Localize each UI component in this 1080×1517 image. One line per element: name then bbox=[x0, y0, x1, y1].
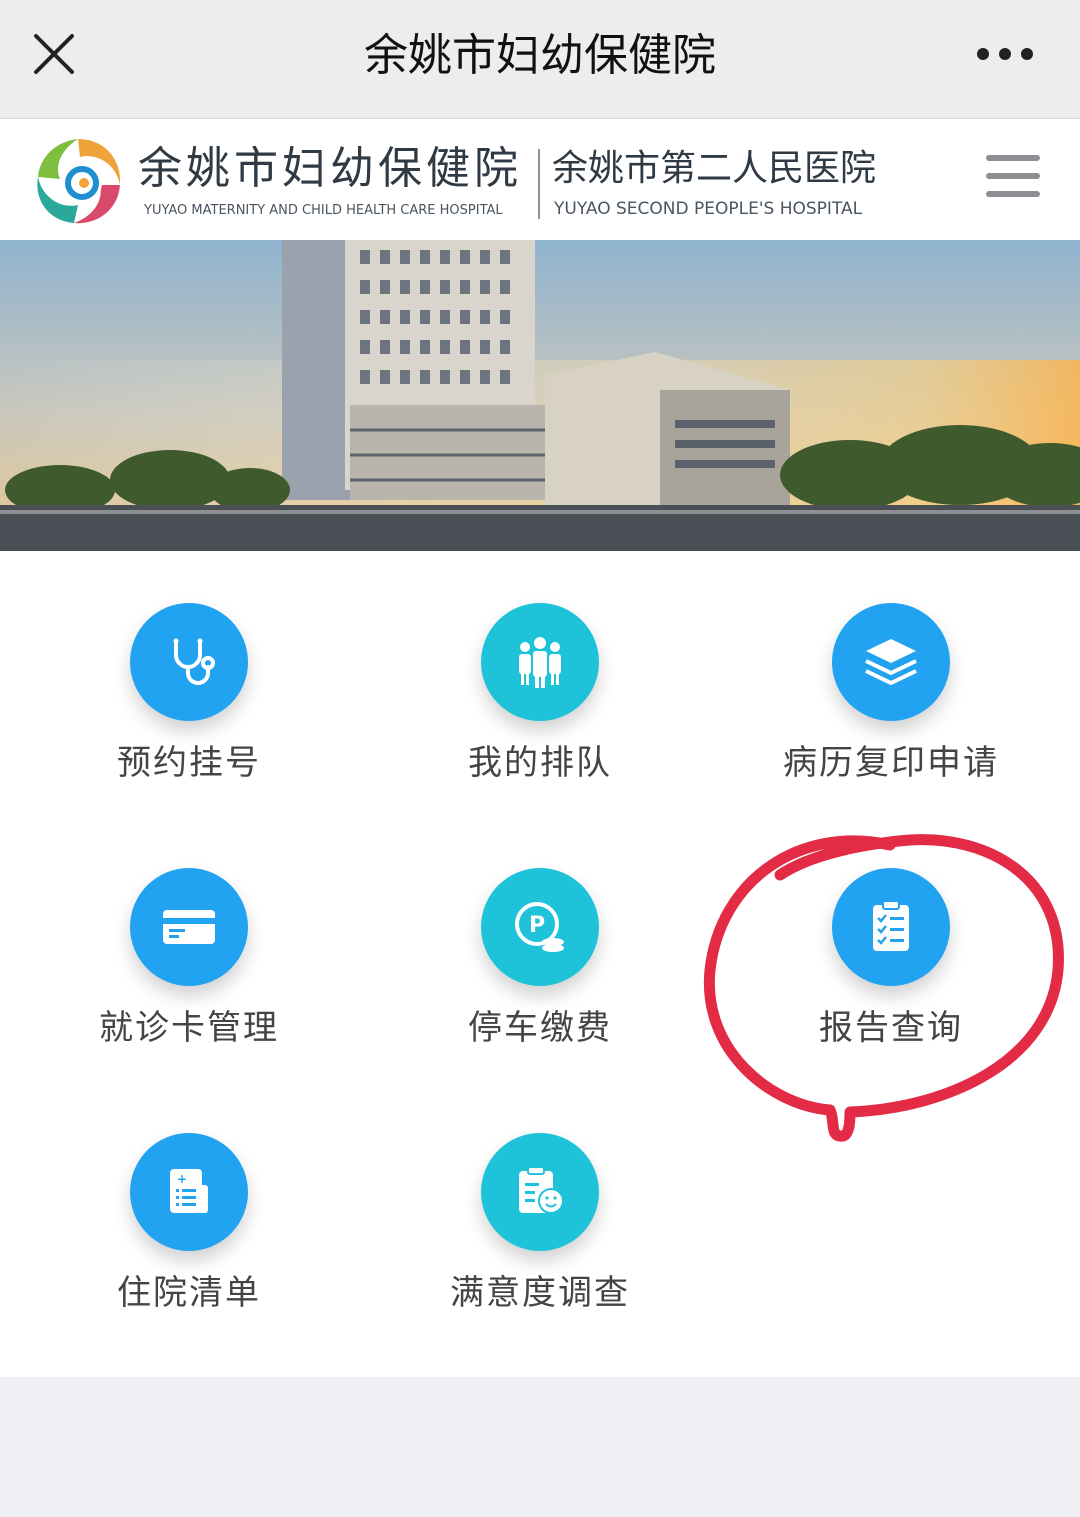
hamburger-menu-icon[interactable] bbox=[986, 155, 1040, 203]
queue-people-icon bbox=[481, 603, 599, 721]
service-parking-payment[interactable]: P 停车缴费 bbox=[390, 816, 690, 1048]
service-label: 就诊卡管理 bbox=[99, 1008, 279, 1048]
service-report-query[interactable]: 报告查询 bbox=[741, 816, 1041, 1048]
svg-text:P: P bbox=[529, 913, 545, 938]
survey-smile-icon bbox=[481, 1133, 599, 1251]
hospital-banner-image bbox=[0, 240, 1080, 551]
service-label: 我的排队 bbox=[468, 743, 612, 783]
service-label: 满意度调查 bbox=[450, 1273, 630, 1313]
service-inpatient-list[interactable]: + 住院清单 bbox=[39, 1081, 339, 1313]
layers-icon bbox=[832, 603, 950, 721]
service-appointment[interactable]: 预约挂号 bbox=[39, 551, 339, 783]
name-divider bbox=[538, 149, 540, 219]
stethoscope-icon bbox=[130, 603, 248, 721]
close-icon[interactable] bbox=[28, 28, 80, 80]
more-dots-icon[interactable] bbox=[970, 34, 1040, 74]
clipboard-checklist-icon bbox=[832, 868, 950, 986]
hospital-name-cn: 余姚市妇幼保健院 bbox=[138, 143, 522, 194]
document-list-icon: + bbox=[130, 1133, 248, 1251]
service-my-queue[interactable]: 我的排队 bbox=[390, 551, 690, 783]
service-label: 住院清单 bbox=[117, 1273, 261, 1313]
hospital-name-en: YUYAO MATERNITY AND CHILD HEALTH CARE HO… bbox=[144, 203, 503, 218]
service-label: 预约挂号 bbox=[117, 743, 261, 783]
service-label: 报告查询 bbox=[819, 1008, 963, 1048]
svg-text:+: + bbox=[177, 1172, 187, 1186]
top-bar: 余姚市妇幼保健院 bbox=[0, 0, 1080, 119]
card-icon bbox=[130, 868, 248, 986]
second-hospital-name-cn: 余姚市第二人民医院 bbox=[552, 148, 877, 189]
hospital-header: 余姚市妇幼保健院 YUYAO MATERNITY AND CHILD HEALT… bbox=[0, 119, 1080, 240]
page-title: 余姚市妇幼保健院 bbox=[364, 30, 716, 81]
service-grid: 预约挂号 我的排队 病历复印申请 就诊卡管理 P 停车缴费 报告查询 + 住院清… bbox=[0, 551, 1080, 1377]
service-medical-record-copy[interactable]: 病历复印申请 bbox=[741, 551, 1041, 783]
service-label: 病历复印申请 bbox=[783, 743, 999, 783]
service-satisfaction-survey[interactable]: 满意度调查 bbox=[390, 1081, 690, 1313]
service-label: 停车缴费 bbox=[468, 1008, 612, 1048]
parking-coin-icon: P bbox=[481, 868, 599, 986]
service-card-management[interactable]: 就诊卡管理 bbox=[39, 816, 339, 1048]
second-hospital-name-en: YUYAO SECOND PEOPLE'S HOSPITAL bbox=[554, 199, 863, 219]
hospital-logo bbox=[30, 133, 126, 227]
